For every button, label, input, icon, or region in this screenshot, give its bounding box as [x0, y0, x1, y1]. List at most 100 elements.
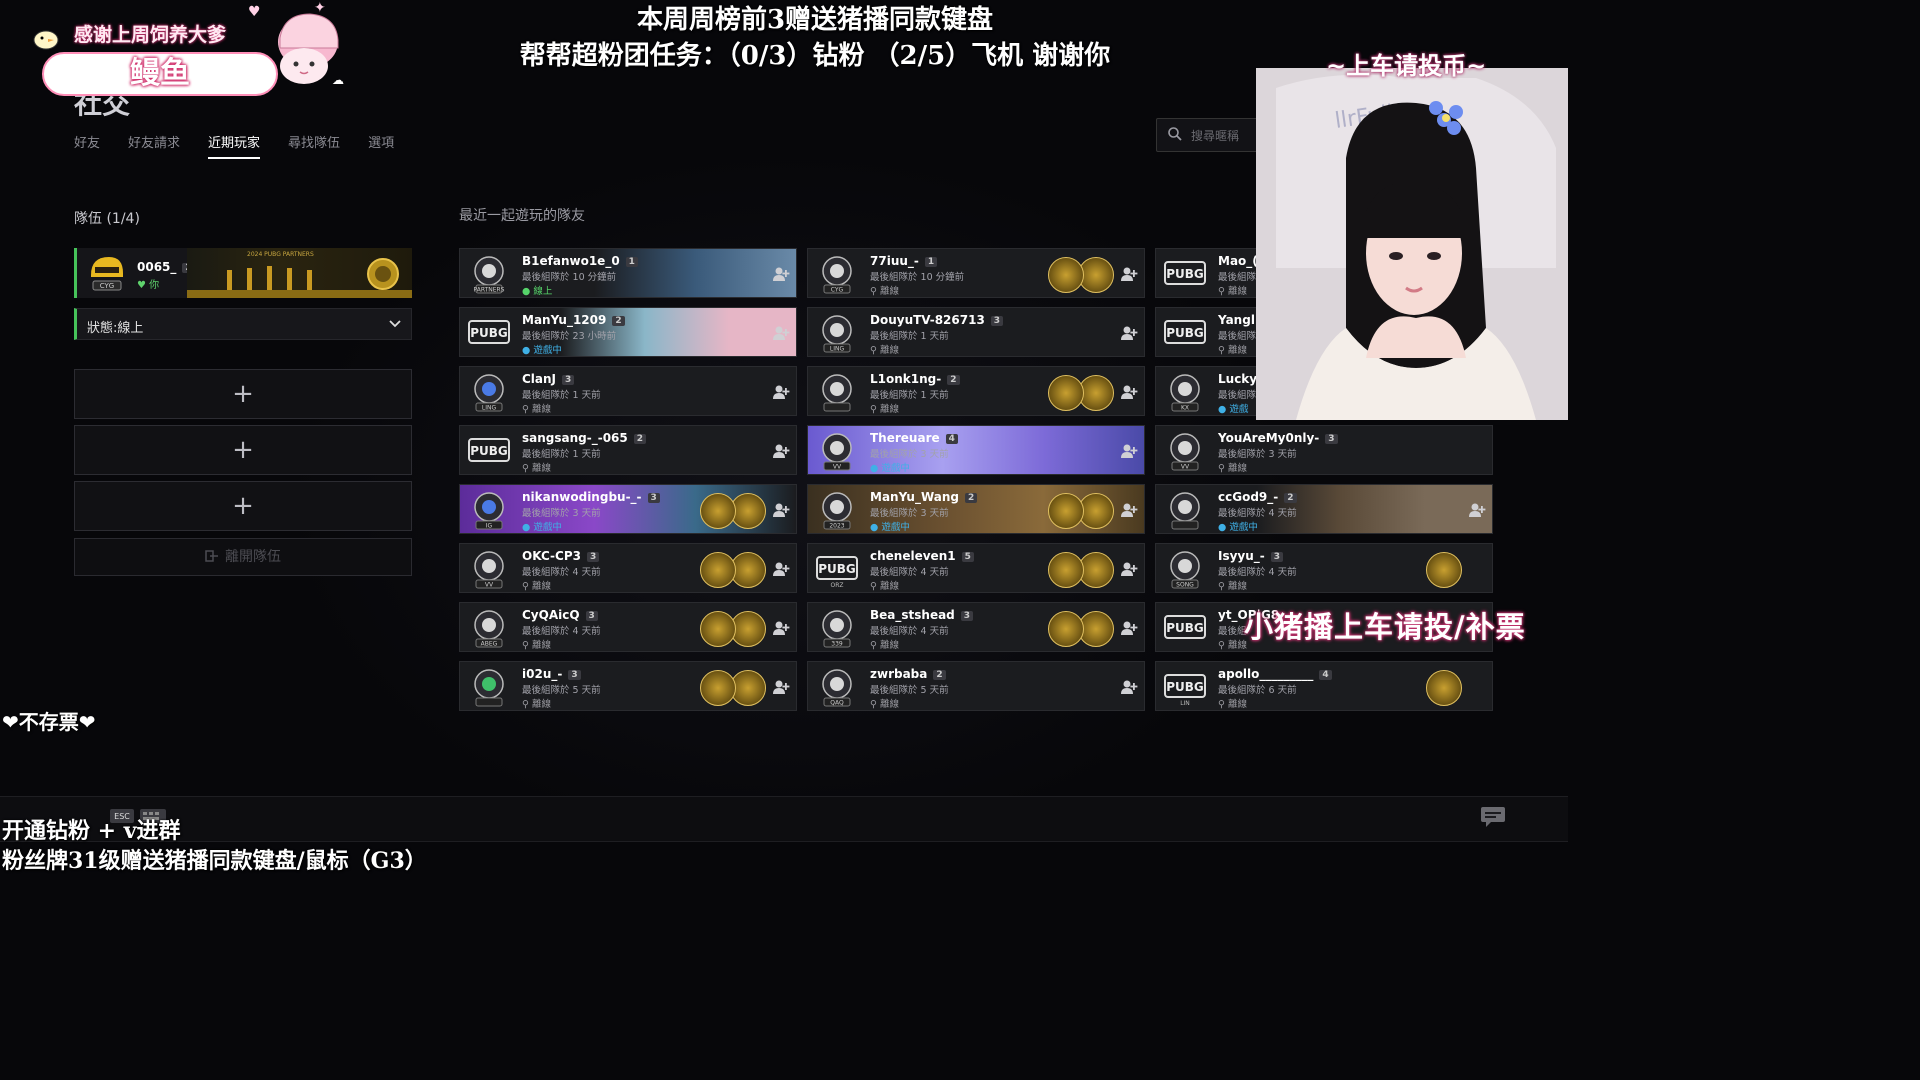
- player-status: ⚲ 離線: [870, 345, 899, 356]
- last-played-time: 最後組隊: [1218, 272, 1257, 283]
- add-friend-icon[interactable]: [772, 266, 790, 282]
- add-friend-icon[interactable]: [772, 561, 790, 577]
- helmet-icon: LING: [822, 315, 852, 353]
- recent-player-card[interactable]: 2023 ManYu_Wang 2 最後組隊於 3 天前 ● 遊戲中: [807, 484, 1145, 534]
- last-played-time: 最後組隊於 4 天前: [870, 626, 949, 637]
- recent-player-card[interactable]: VV YouAreMy0nly- 3 最後組隊於 3 天前 ⚲ 離線: [1155, 425, 1493, 475]
- pubg-logo-icon: PUBG: [1164, 615, 1206, 639]
- add-friend-icon[interactable]: [772, 679, 790, 695]
- add-friend-icon[interactable]: [772, 502, 790, 518]
- add-friend-icon[interactable]: [772, 620, 790, 636]
- add-friend-icon[interactable]: [1120, 325, 1138, 341]
- pubg-logo-icon: PUBG: [1164, 261, 1206, 285]
- achievement-badge-icon: [700, 552, 736, 588]
- tab-friends[interactable]: 好友: [74, 132, 100, 159]
- recent-player-card[interactable]: VV Thereuare 4 最後組隊於 3 天前 ● 遊戲中: [807, 425, 1145, 475]
- player-status: ⚲ 離線: [1218, 463, 1247, 474]
- add-friend-icon[interactable]: [1120, 679, 1138, 695]
- recent-player-card[interactable]: L1onk1ng- 2 最後組隊於 1 天前 ⚲ 離線: [807, 366, 1145, 416]
- player-status: ● 遊戲中: [522, 522, 562, 533]
- last-played-time: 最後組隊於 1 天前: [870, 390, 949, 401]
- tab-friend-requests[interactable]: 好友請求: [128, 132, 180, 159]
- empty-party-slot[interactable]: +: [74, 369, 412, 419]
- recent-player-card[interactable]: ABEG CyQAicQ 3 最後組隊於 4 天前 ⚲ 離線: [459, 602, 797, 652]
- recent-player-card[interactable]: PUBG ManYu_1209 2 最後組隊於 23 小時前 ● 遊戲中: [459, 307, 797, 357]
- recent-player-card[interactable]: 339 Bea_stshead 3 最後組隊於 4 天前 ⚲ 離線: [807, 602, 1145, 652]
- recent-player-card[interactable]: PUBG ORZ cheneleven1 5 最後組隊於 4 天前 ⚲ 離線: [807, 543, 1145, 593]
- offline-icon: ⚲: [870, 404, 880, 415]
- svg-text:PUBG: PUBG: [470, 326, 508, 340]
- recent-player-card[interactable]: ccGod9_- 2 最後組隊於 4 天前 ● 遊戲中: [1155, 484, 1493, 534]
- webcam-feed: llrFull: [1256, 68, 1568, 420]
- status-dropdown[interactable]: 狀態:線上: [74, 308, 412, 340]
- party-leader-card[interactable]: CYG 0065_2 ♥ 你 2024 PUBG PARTNERS: [74, 248, 412, 298]
- recent-player-card[interactable]: i02u_- 3 最後組隊於 5 天前 ⚲ 離線: [459, 661, 797, 711]
- last-played-time: 最後組隊於 4 天前: [522, 626, 601, 637]
- player-name: 77iuu_- 1: [870, 254, 938, 268]
- recent-player-card[interactable]: SONG Isyyu_- 3 最後組隊於 4 天前 ⚲ 離線: [1155, 543, 1493, 593]
- player-name: B1efanwo1e_0 1: [522, 254, 638, 268]
- last-played-time: 最後組隊於 1 天前: [522, 390, 601, 401]
- svg-text:VV: VV: [485, 582, 494, 589]
- svg-text:PARTNERS: PARTNERS: [474, 287, 505, 294]
- hand-icon: VV: [474, 551, 504, 589]
- chat-icon[interactable]: [1480, 806, 1506, 828]
- svg-text:LING: LING: [830, 346, 845, 353]
- achievement-badge-icon: [1426, 670, 1462, 706]
- empty-party-slot[interactable]: +: [74, 481, 412, 531]
- svg-text:LIN: LIN: [1180, 700, 1190, 707]
- add-friend-icon[interactable]: [772, 443, 790, 459]
- player-name: cheneleven1 5: [870, 549, 974, 563]
- add-friend-icon[interactable]: [1120, 561, 1138, 577]
- stream-announcement: 本周周榜前3赠送猪播同款键盘 帮帮超粉团任务：（0/3）钻粉 （2/5）飞机 谢…: [519, 5, 1111, 71]
- last-played-time: 最後組隊於 6 天前: [1218, 685, 1297, 696]
- player-status: ● 遊戲中: [1218, 522, 1258, 533]
- svg-text:IG: IG: [486, 523, 493, 530]
- add-friend-icon[interactable]: [772, 325, 790, 341]
- add-friend-icon[interactable]: [1120, 620, 1138, 636]
- leader-you-tag: ♥ 你: [137, 280, 160, 291]
- ticket-reminder: 小猪播上车请投/补票: [1244, 610, 1526, 644]
- add-friend-icon[interactable]: [1120, 384, 1138, 400]
- recent-player-card[interactable]: QAQ zwrbaba 2 最後組隊於 5 天前 ⚲ 離線: [807, 661, 1145, 711]
- empty-party-slot[interactable]: +: [74, 425, 412, 475]
- recent-player-card[interactable]: VV OKC-CP3 3 最後組隊於 4 天前 ⚲ 離線: [459, 543, 797, 593]
- character-icon: VV: [1170, 433, 1200, 471]
- last-played-time: 最後組隊於 3 天前: [870, 449, 949, 460]
- last-played-time: 最後組隊於 4 天前: [870, 567, 949, 578]
- player-status: ⚲ 離線: [870, 640, 899, 651]
- recent-player-card[interactable]: PUBG sangsang-_-065 2 最後組隊於 1 天前 ⚲ 離線: [459, 425, 797, 475]
- player-name: nikanwodingbu-_- 3: [522, 490, 660, 504]
- add-friend-icon[interactable]: [1468, 502, 1486, 518]
- recent-player-card[interactable]: CYG 77iuu_- 1 最後組隊於 10 分鐘前 ⚲ 離線: [807, 248, 1145, 298]
- add-friend-icon[interactable]: [1120, 266, 1138, 282]
- tab-options[interactable]: 選項: [368, 132, 394, 159]
- recent-player-card[interactable]: LING DouyuTV-826713 3 最後組隊於 1 天前 ⚲ 離線: [807, 307, 1145, 357]
- tab-recent-players[interactable]: 近期玩家: [208, 132, 261, 159]
- add-friend-icon[interactable]: [772, 384, 790, 400]
- pubg-logo-icon: PUBG: [468, 320, 510, 344]
- player-name: Lucky: [1218, 372, 1258, 386]
- recent-player-card[interactable]: PUBG LIN apollo_________ 4 最後組隊於 6 天前 ⚲ 離線: [1155, 661, 1493, 711]
- player-name: ManYu_1209 2: [522, 313, 625, 327]
- player-name: CyQAicQ 3: [522, 608, 598, 622]
- svg-text:2023: 2023: [829, 523, 844, 530]
- player-name: DouyuTV-826713 3: [870, 313, 1004, 327]
- leave-party-button[interactable]: 離開隊伍: [74, 538, 412, 576]
- player-status: ⚲ 離線: [870, 581, 899, 592]
- recent-player-card[interactable]: PARTNERS B1efanwo1e_0 1 最後組隊於 10 分鐘前 ● 線上: [459, 248, 797, 298]
- tab-find-party[interactable]: 尋找隊伍: [288, 132, 340, 159]
- offline-icon: ⚲: [1218, 581, 1228, 592]
- add-friend-icon[interactable]: [1120, 502, 1138, 518]
- status-dot-icon: ●: [522, 286, 534, 297]
- recent-player-card[interactable]: IG nikanwodingbu-_- 3 最後組隊於 3 天前 ● 遊戲中: [459, 484, 797, 534]
- last-played-time: 最後組隊於 1 天前: [870, 331, 949, 342]
- last-played-time: 最後組隊於 5 天前: [870, 685, 949, 696]
- crown-icon: 339: [822, 610, 852, 648]
- player-status: ⚲ 離線: [870, 286, 899, 297]
- recent-player-card[interactable]: LING ClanJ 3 最後組隊於 1 天前 ⚲ 離線: [459, 366, 797, 416]
- add-friend-icon[interactable]: [1120, 443, 1138, 459]
- svg-text:PUBG: PUBG: [818, 562, 856, 576]
- svg-text:KX: KX: [1181, 405, 1189, 412]
- search-box[interactable]: [1156, 118, 1269, 152]
